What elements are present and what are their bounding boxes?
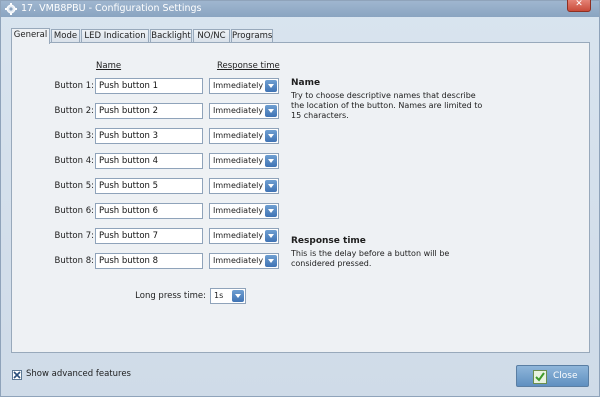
button-2-label: Button 2:	[54, 106, 94, 116]
tab-mode[interactable]: Mode	[51, 29, 80, 42]
tab-led-indication[interactable]: LED Indication	[81, 29, 149, 42]
help-response-title: Response time	[291, 236, 366, 246]
button-7-response-select[interactable]: Immediately	[209, 228, 279, 244]
button-1-name-input[interactable]	[95, 78, 203, 94]
button-7-response-value: Immediately	[213, 231, 264, 240]
button-2-name-input[interactable]	[95, 103, 203, 119]
tab-no-nc[interactable]: NO/NC	[193, 29, 230, 42]
advanced-features-label: Show advanced features	[26, 369, 131, 379]
button-1-response-value: Immediately	[213, 81, 264, 90]
button-1-label: Button 1:	[54, 81, 94, 91]
name-column-header: Name	[96, 61, 122, 71]
button-8-name-input[interactable]	[95, 253, 203, 269]
button-4-response-select[interactable]: Immediately	[209, 153, 279, 169]
chevron-down-icon	[265, 255, 277, 267]
tab-programs[interactable]: Programs	[231, 29, 273, 42]
button-4-label: Button 4:	[54, 156, 94, 166]
button-5-response-value: Immediately	[213, 181, 264, 190]
tab-backlight[interactable]: Backlight	[150, 29, 192, 42]
window-close-button[interactable]: ✕	[567, 0, 591, 12]
button-1-response-select[interactable]: Immediately	[209, 78, 279, 94]
chevron-down-icon	[265, 80, 277, 92]
long-press-select[interactable]: 1s	[210, 288, 246, 304]
button-8-response-value: Immediately	[213, 256, 264, 265]
close-button-label: Close	[553, 371, 578, 381]
chevron-down-icon	[265, 105, 277, 117]
button-2-response-select[interactable]: Immediately	[209, 103, 279, 119]
button-3-response-value: Immediately	[213, 131, 264, 140]
general-panel: Name Response time Button 1: Immediately…	[11, 42, 590, 353]
button-8-label: Button 8:	[54, 256, 94, 266]
button-3-response-select[interactable]: Immediately	[209, 128, 279, 144]
button-6-label: Button 6:	[54, 206, 94, 216]
tab-general[interactable]: General	[11, 28, 50, 44]
chevron-down-icon	[265, 155, 277, 167]
chevron-down-icon	[265, 205, 277, 217]
long-press-label: Long press time:	[135, 291, 206, 301]
button-5-label: Button 5:	[54, 181, 94, 191]
chevron-down-icon	[265, 130, 277, 142]
checkmark-icon	[533, 370, 547, 384]
button-8-response-select[interactable]: Immediately	[209, 253, 279, 269]
gear-icon	[5, 3, 17, 15]
button-5-name-input[interactable]	[95, 178, 203, 194]
chevron-down-icon	[265, 230, 277, 242]
button-5-response-select[interactable]: Immediately	[209, 178, 279, 194]
help-name-title: Name	[291, 78, 321, 88]
title-bar[interactable]: 17. VMB8PBU - Configuration Settings ✕	[1, 0, 599, 17]
button-6-response-value: Immediately	[213, 206, 264, 215]
button-3-name-input[interactable]	[95, 128, 203, 144]
button-4-name-input[interactable]	[95, 153, 203, 169]
button-4-response-value: Immediately	[213, 156, 264, 165]
check-icon	[13, 371, 21, 379]
chevron-down-icon	[232, 290, 244, 302]
close-button[interactable]: Close	[516, 365, 589, 387]
button-6-name-input[interactable]	[95, 203, 203, 219]
close-icon: ✕	[575, 0, 583, 9]
window-title: 17. VMB8PBU - Configuration Settings	[21, 3, 202, 14]
button-3-label: Button 3:	[54, 131, 94, 141]
response-column-header: Response time	[217, 61, 280, 71]
help-response-text: This is the delay before a button will b…	[291, 249, 450, 268]
button-6-response-select[interactable]: Immediately	[209, 203, 279, 219]
button-2-response-value: Immediately	[213, 106, 264, 115]
button-7-label: Button 7:	[54, 231, 94, 241]
chevron-down-icon	[265, 180, 277, 192]
long-press-value: 1s	[214, 291, 224, 300]
button-7-name-input[interactable]	[95, 228, 203, 244]
advanced-features-checkbox[interactable]	[12, 370, 22, 380]
help-name-text: Try to choose descriptive names that des…	[291, 91, 483, 120]
config-window: 17. VMB8PBU - Configuration Settings ✕ G…	[0, 0, 600, 397]
